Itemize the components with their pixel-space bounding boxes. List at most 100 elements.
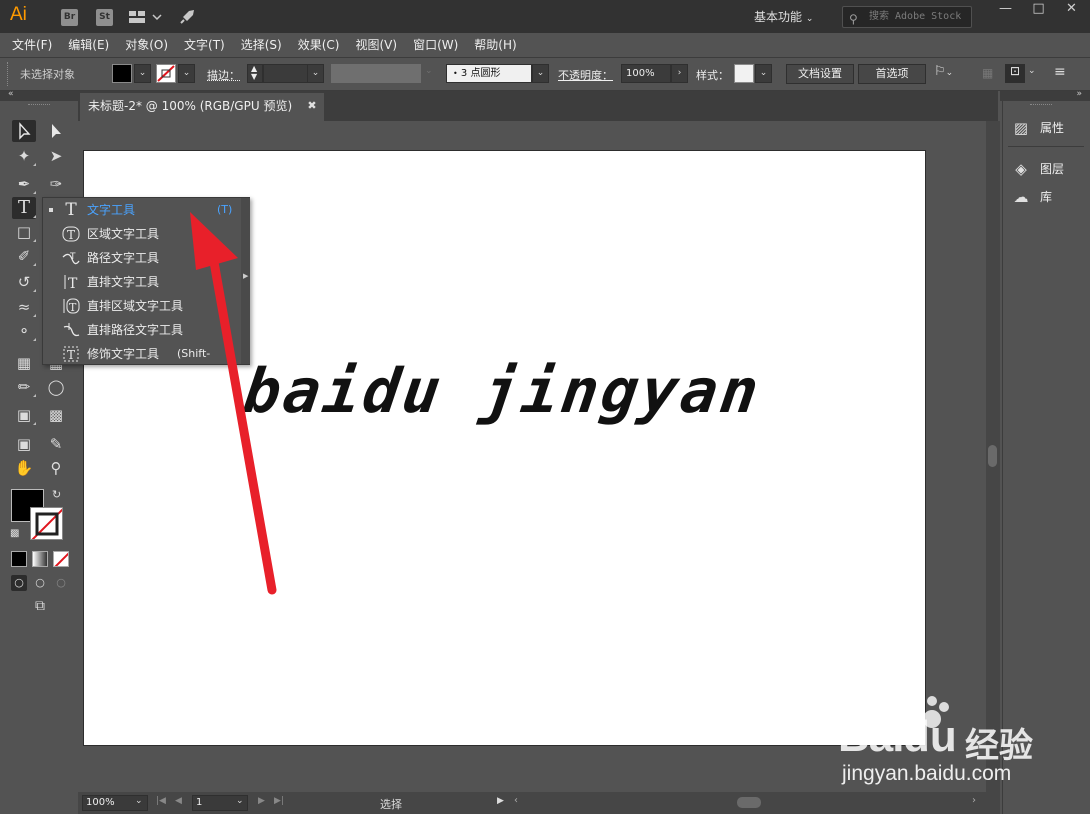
arrange-chevron-icon[interactable]: ⌄ bbox=[1028, 66, 1036, 76]
rectangle-tool-icon[interactable]: □ bbox=[12, 221, 36, 243]
status-menu-arrow-icon[interactable]: ▶ bbox=[497, 796, 504, 806]
default-colors-icon[interactable]: ▩ bbox=[10, 528, 19, 539]
minimize-icon[interactable]: — bbox=[989, 0, 1022, 20]
menu-file[interactable]: 文件(F) bbox=[4, 33, 60, 57]
vertical-scroll-thumb[interactable] bbox=[988, 445, 997, 467]
draw-inside-icon[interactable]: ○ bbox=[53, 575, 69, 591]
panel-menu-icon[interactable]: ≡ bbox=[1054, 64, 1066, 80]
fill-swatch[interactable] bbox=[112, 64, 132, 83]
opacity-field[interactable]: 100% bbox=[621, 64, 671, 83]
stock-search-input[interactable]: ⚲ 搜索 Adobe Stock bbox=[842, 6, 972, 28]
previous-artboard-icon[interactable]: ◀ bbox=[175, 796, 182, 806]
fill-dropdown-chevron-icon[interactable]: ⌄ bbox=[134, 64, 151, 83]
stroke-swatch[interactable] bbox=[156, 64, 176, 83]
curvature-tool-icon[interactable]: ✑ bbox=[44, 173, 68, 195]
type-tool-icon[interactable]: T bbox=[12, 197, 36, 219]
flyout-item-type-tool[interactable]: T 文字工具 (T) bbox=[43, 198, 249, 222]
menu-select[interactable]: 选择(S) bbox=[233, 33, 290, 57]
eyedropper-tool-icon[interactable]: ✏ bbox=[12, 376, 36, 398]
profile-chevron-icon[interactable]: ⌄ bbox=[425, 66, 433, 76]
rocket-icon[interactable] bbox=[178, 8, 196, 26]
screen-mode-icon[interactable]: ⧉ bbox=[28, 598, 52, 616]
brush-definition-field[interactable]: • 3 点圆形 bbox=[446, 64, 532, 83]
shape-builder-tool-icon[interactable]: ⚬ bbox=[12, 320, 36, 342]
menu-type[interactable]: 文字(T) bbox=[176, 33, 233, 57]
magic-wand-tool-icon[interactable]: ✦ bbox=[12, 145, 36, 167]
none-mode-icon[interactable] bbox=[53, 551, 69, 567]
align-flag-icon[interactable]: ⚐⌄ bbox=[934, 64, 968, 83]
opacity-chevron-icon[interactable]: › bbox=[671, 64, 688, 83]
flyout-item-touch-type[interactable]: T 修饰文字工具 (Shift- bbox=[43, 342, 249, 366]
menu-view[interactable]: 视图(V) bbox=[347, 33, 405, 57]
panel-collapse-bar[interactable]: » bbox=[1000, 89, 1090, 101]
stroke-dropdown-chevron-icon[interactable]: ⌄ bbox=[178, 64, 195, 83]
menu-effect[interactable]: 效果(C) bbox=[290, 33, 348, 57]
symbol-sprayer-tool-icon[interactable]: ▣ bbox=[12, 404, 36, 426]
preferences-button[interactable]: 首选项 bbox=[858, 64, 926, 84]
variable-width-profile[interactable] bbox=[331, 64, 421, 83]
stroke-label[interactable]: 描边： bbox=[207, 67, 240, 83]
gradient-mode-icon[interactable] bbox=[32, 551, 48, 567]
dock-grip-icon bbox=[1030, 104, 1052, 105]
last-artboard-icon[interactable]: ▶| bbox=[274, 796, 284, 806]
color-mode-icon[interactable] bbox=[11, 551, 27, 567]
rotate-tool-icon[interactable]: ↺ bbox=[12, 271, 36, 293]
stroke-weight-field[interactable] bbox=[263, 64, 308, 83]
scroll-left-icon[interactable]: ‹ bbox=[514, 795, 518, 806]
artboard-chevron-icon[interactable]: ⌄ bbox=[236, 796, 244, 806]
next-artboard-icon[interactable]: ▶ bbox=[258, 796, 265, 806]
workspace-switcher[interactable]: 基本功能 ⌄ bbox=[744, 6, 826, 28]
flyout-item-vertical-area-type[interactable]: T 直排区域文字工具 bbox=[43, 294, 249, 318]
zoom-chevron-icon[interactable]: ⌄ bbox=[135, 796, 143, 806]
document-tab[interactable]: 未标题-2* @ 100% (RGB/GPU 预览) bbox=[80, 93, 324, 121]
flyout-item-area-type[interactable]: T 区域文字工具 bbox=[43, 222, 249, 246]
bridge-chip-icon[interactable]: Br bbox=[61, 9, 78, 26]
close-tab-icon[interactable]: ✖ bbox=[303, 93, 321, 121]
graphic-style-swatch[interactable] bbox=[734, 64, 754, 83]
lasso-tool-icon[interactable]: ➤ bbox=[44, 145, 68, 167]
flyout-item-vertical-type[interactable]: T 直排文字工具 bbox=[43, 270, 249, 294]
arrange-documents-icon[interactable]: ⊡ bbox=[1005, 64, 1025, 83]
layout-icon[interactable] bbox=[128, 9, 164, 25]
horizontal-scroll-thumb[interactable] bbox=[737, 797, 761, 808]
scroll-right-icon[interactable]: › bbox=[972, 795, 976, 806]
menu-object[interactable]: 对象(O) bbox=[117, 33, 176, 57]
stock-chip-icon[interactable]: St bbox=[96, 9, 113, 26]
flyout-item-type-on-path[interactable]: T 路径文字工具 bbox=[43, 246, 249, 270]
opacity-label[interactable]: 不透明度： bbox=[558, 67, 613, 83]
first-artboard-icon[interactable]: |◀ bbox=[156, 796, 166, 806]
paintbrush-tool-icon[interactable]: ✐ bbox=[12, 245, 36, 267]
menu-edit[interactable]: 编辑(E) bbox=[60, 33, 117, 57]
draw-normal-icon[interactable]: ○ bbox=[11, 575, 27, 591]
panel-layers[interactable]: ◈ 图层 bbox=[1010, 157, 1090, 181]
panel-properties[interactable]: ▨ 属性 bbox=[1010, 116, 1090, 140]
perspective-grid-tool-icon[interactable]: ▦ bbox=[12, 352, 36, 374]
stroke-color-box[interactable] bbox=[30, 507, 63, 540]
artboard-text[interactable]: baidu jingyan bbox=[239, 356, 765, 427]
selection-tool-icon[interactable] bbox=[12, 120, 36, 142]
flyout-item-vertical-path-type[interactable]: 直排路径文字工具 bbox=[43, 318, 249, 342]
stroke-weight-stepper[interactable]: ▲ ▼ bbox=[247, 64, 263, 83]
toolbar-collapse-bar[interactable]: « bbox=[0, 89, 78, 101]
pen-tool-icon[interactable]: ✒ bbox=[12, 173, 36, 195]
draw-behind-icon[interactable]: ○ bbox=[32, 575, 48, 591]
brush-chevron-icon[interactable]: ⌄ bbox=[532, 64, 549, 83]
slice-tool-icon[interactable]: ✎ bbox=[44, 433, 68, 455]
close-icon[interactable]: ✕ bbox=[1055, 0, 1088, 20]
blend-tool-icon[interactable]: ◯ bbox=[44, 376, 68, 398]
width-tool-icon[interactable]: ≈ bbox=[12, 296, 36, 318]
style-chevron-icon[interactable]: ⌄ bbox=[755, 64, 772, 83]
graph-tool-icon[interactable]: ▩ bbox=[44, 404, 68, 426]
menu-window[interactable]: 窗口(W) bbox=[405, 33, 466, 57]
document-setup-button[interactable]: 文档设置 bbox=[786, 64, 854, 84]
menu-help[interactable]: 帮助(H) bbox=[466, 33, 524, 57]
swap-colors-icon[interactable]: ↻ bbox=[52, 488, 61, 501]
stroke-weight-chevron-icon[interactable]: ⌄ bbox=[307, 64, 324, 83]
direct-selection-tool-icon[interactable] bbox=[44, 120, 68, 142]
maximize-icon[interactable]: □ bbox=[1022, 0, 1055, 20]
zoom-tool-icon[interactable]: ⚲ bbox=[44, 457, 68, 479]
hand-tool-icon[interactable]: ✋ bbox=[12, 457, 36, 479]
panel-libraries[interactable]: ☁ 库 bbox=[1010, 185, 1090, 209]
artboard-tool-icon[interactable]: ▣ bbox=[12, 433, 36, 455]
flyout-tearoff-strip[interactable]: ▶ bbox=[241, 198, 250, 364]
